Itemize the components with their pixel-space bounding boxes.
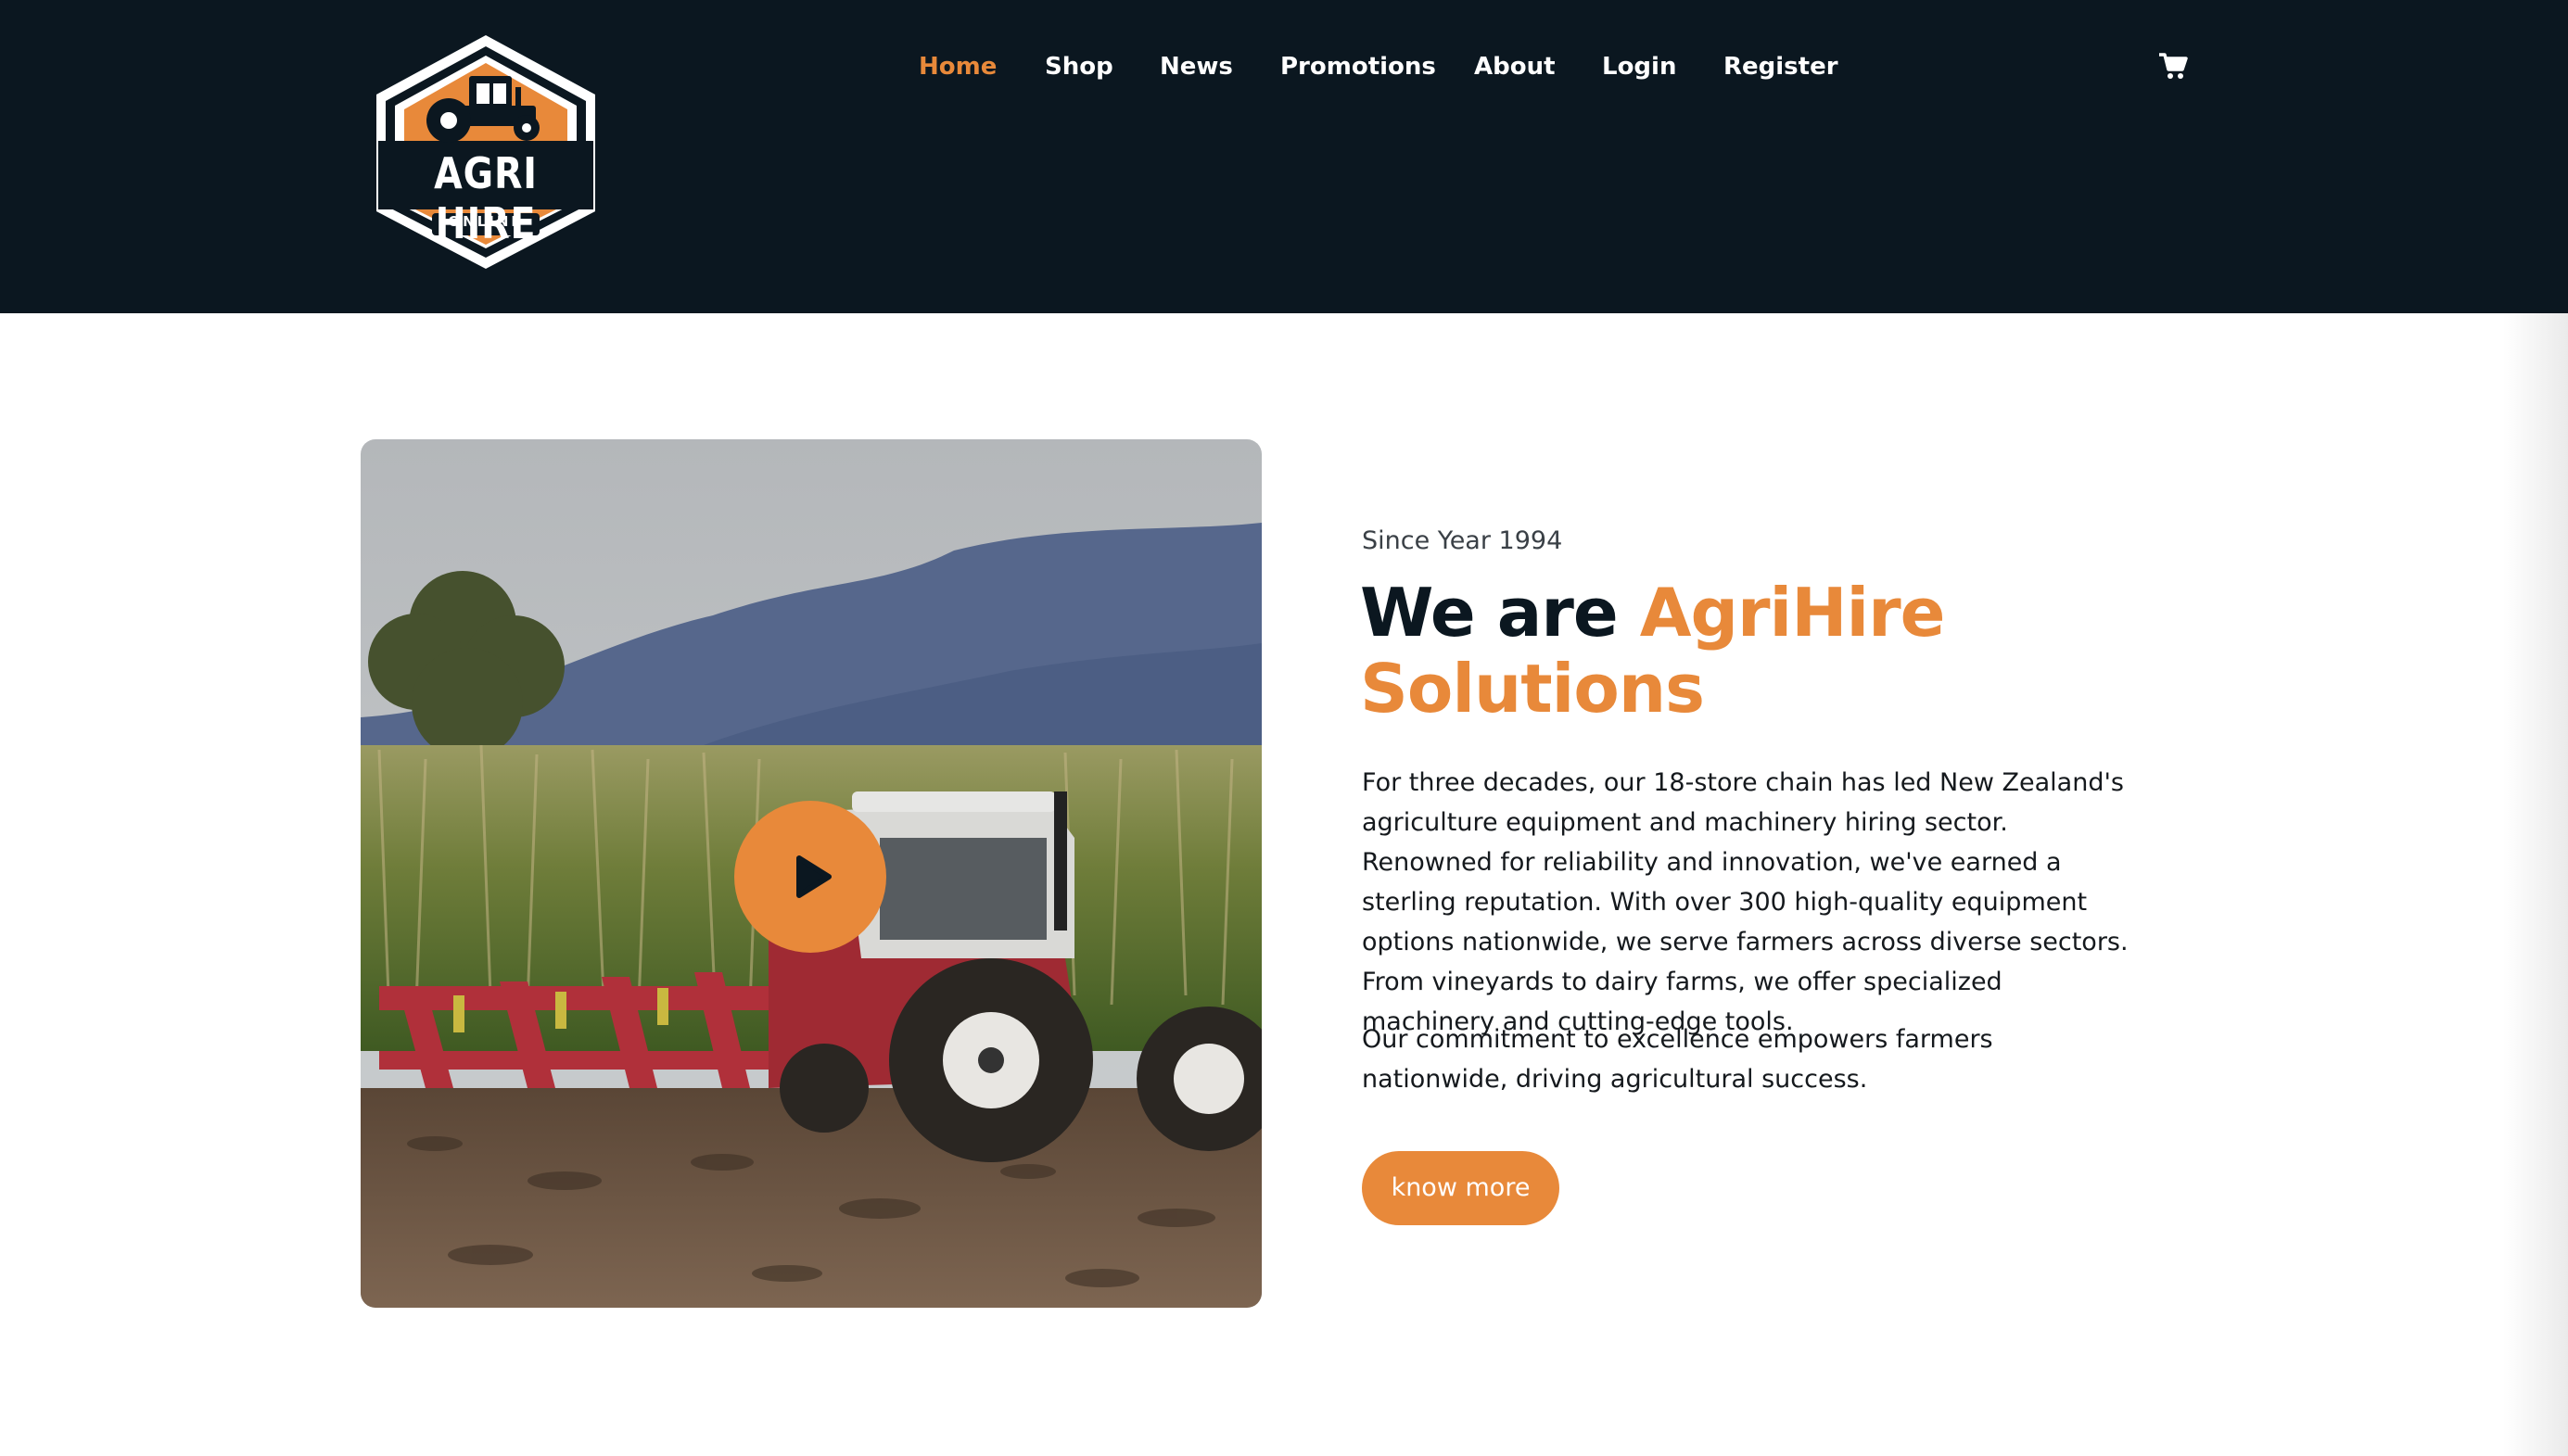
agri-hire-logo[interactable]: AGRI HIRE ONLINE — [367, 32, 604, 272]
play-icon — [796, 855, 832, 898]
nav-promotions[interactable]: Promotions — [1280, 48, 1436, 85]
nav-register[interactable]: Register — [1723, 48, 1838, 85]
nav-about[interactable]: About — [1474, 48, 1556, 85]
page-edge-shadow — [2503, 313, 2568, 1456]
since-year-eyebrow: Since Year 1994 — [1362, 526, 1563, 555]
headline-we-are: We are — [1360, 574, 1640, 652]
hero-video-thumbnail[interactable] — [361, 439, 1262, 1308]
nav-login[interactable]: Login — [1602, 48, 1676, 85]
hero-headline: We are AgriHire Solutions — [1360, 575, 2194, 727]
site-header: AGRI HIRE ONLINE Home Shop News Promotio… — [0, 0, 2568, 313]
about-paragraph-1: For three decades, our 18-store chain ha… — [1362, 768, 2129, 1036]
nav-home[interactable]: Home — [919, 48, 997, 85]
know-more-button[interactable]: know more — [1362, 1151, 1559, 1225]
about-paragraph-2: Our commitment to excellence empowers fa… — [1362, 1025, 1993, 1094]
play-button[interactable] — [734, 801, 886, 953]
cart-icon[interactable] — [2158, 52, 2188, 80]
nav-news[interactable]: News — [1160, 48, 1233, 85]
logo-tagline: ONLINE — [448, 213, 524, 230]
nav-shop[interactable]: Shop — [1045, 48, 1113, 85]
logo-wordmark: AGRI HIRE — [434, 148, 538, 248]
